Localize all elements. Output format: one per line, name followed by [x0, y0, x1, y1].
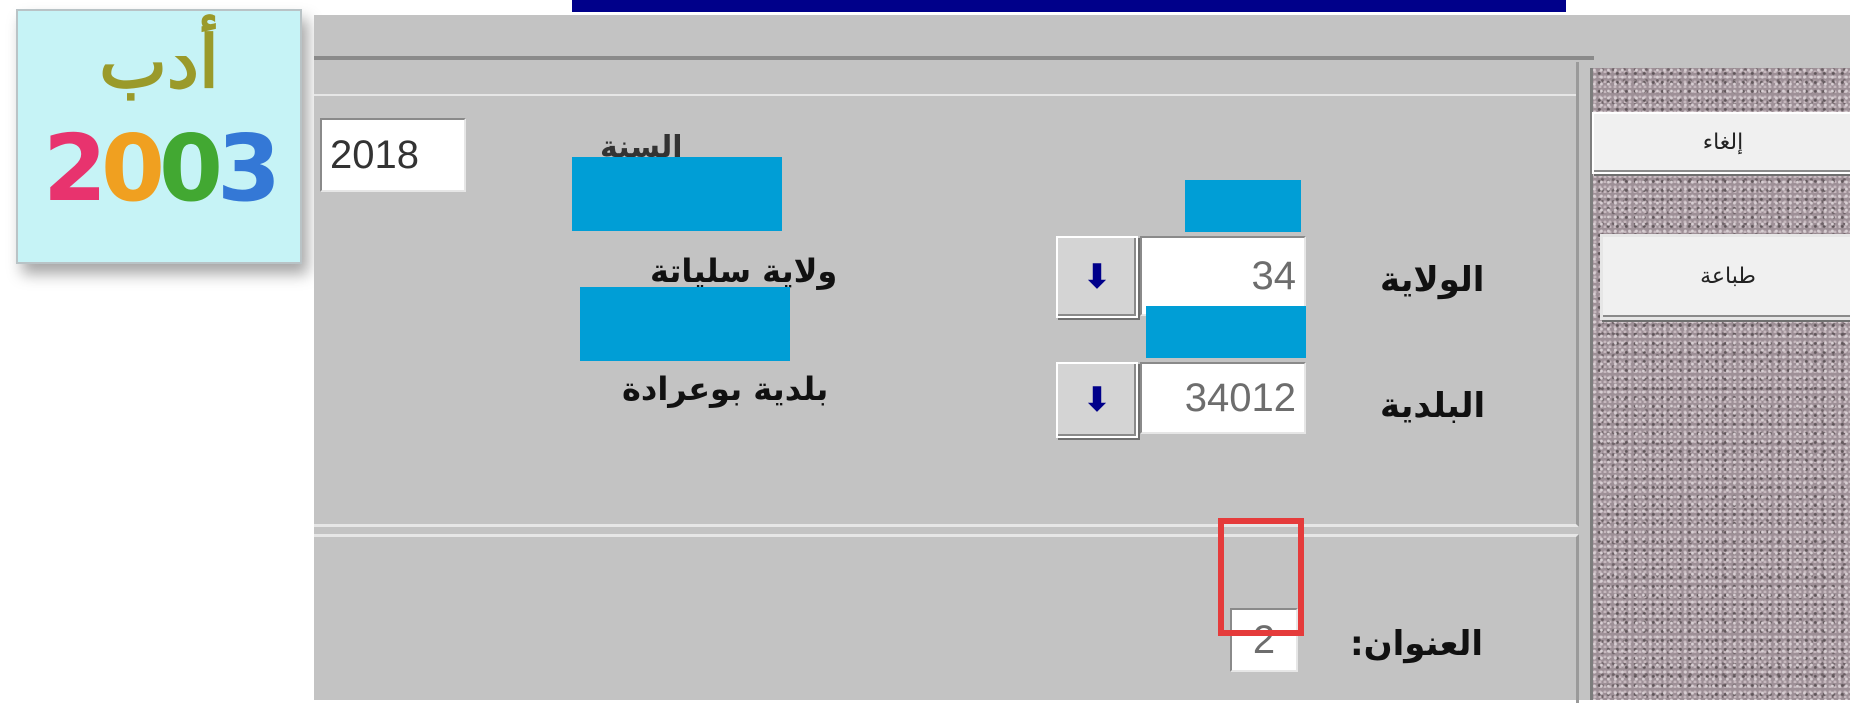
redaction-box — [1146, 306, 1306, 358]
year-input[interactable]: 2018 — [320, 118, 466, 192]
print-button[interactable]: طباعة — [1600, 234, 1850, 320]
details-group — [314, 534, 1579, 703]
group-divider — [314, 94, 1576, 96]
baladia-label: البلدية — [1380, 386, 1486, 426]
cancel-button[interactable]: إلغاء — [1592, 112, 1850, 174]
redaction-box — [580, 287, 790, 361]
redaction-box — [572, 157, 782, 231]
app-logo: أدب 2003 — [16, 9, 302, 264]
baladia-code-input[interactable]: 34012 — [1140, 362, 1306, 434]
title-label: العنوان: — [1350, 624, 1484, 664]
baladia-dropdown-button[interactable]: ⬇ — [1056, 362, 1138, 438]
window-divider — [314, 56, 1594, 60]
wilaya-name: ولاية سلياتة — [650, 252, 838, 290]
logo-word: أدب — [99, 19, 219, 104]
window-title-bar — [572, 0, 1566, 12]
logo-year: 2003 — [42, 115, 281, 222]
wilaya-dropdown-button[interactable]: ⬇ — [1056, 236, 1138, 318]
wilaya-code-input[interactable]: 34 — [1140, 236, 1306, 316]
redaction-box — [1185, 180, 1301, 232]
wilaya-label: الولاية — [1380, 260, 1485, 300]
baladia-name: بلدية بوعرادة — [622, 370, 829, 408]
highlight-box — [1218, 518, 1304, 636]
down-arrow-icon: ⬇ — [1082, 257, 1112, 297]
down-arrow-icon: ⬇ — [1082, 380, 1112, 420]
